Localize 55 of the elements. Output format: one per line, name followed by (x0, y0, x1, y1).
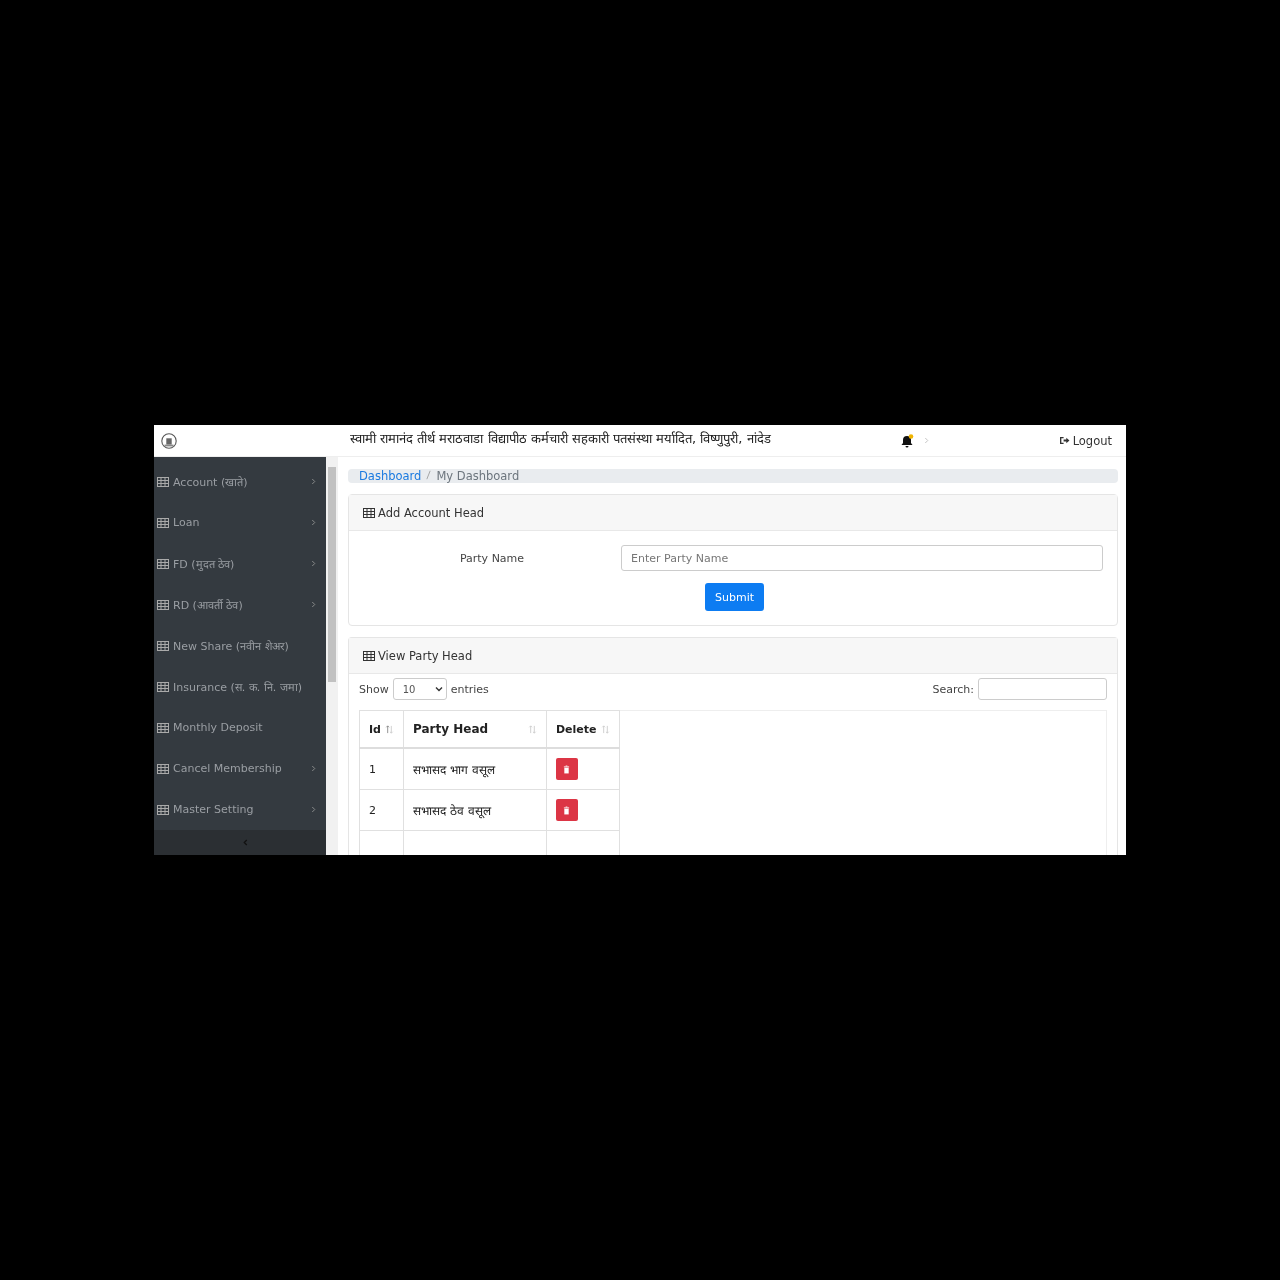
table-cell: सभासद भाग वसूल (403, 748, 547, 790)
column-header[interactable]: Id (359, 710, 404, 748)
search-label: Search: (932, 682, 974, 696)
separator-icon (426, 470, 432, 480)
column-header[interactable]: Delete (546, 710, 619, 748)
table-icon (157, 681, 169, 692)
table-icon (157, 722, 169, 733)
sort-icon (384, 724, 394, 734)
card-title: View Party Head (378, 648, 473, 663)
sidebar-item[interactable]: Account (खाते) (154, 461, 326, 502)
input-field[interactable]: Enter Party Name (621, 545, 1103, 571)
table-icon (157, 476, 169, 487)
table-cell: 2 (359, 789, 404, 831)
table-icon (157, 763, 169, 774)
logo-icon (160, 431, 178, 450)
card-title: Add Account Head (378, 505, 485, 520)
show-label: Show (359, 682, 389, 696)
table-icon (157, 640, 169, 651)
table-icon (157, 599, 169, 610)
bell-icon[interactable] (899, 433, 914, 448)
table-cell: 1 (359, 748, 404, 790)
chevron-icon (923, 437, 929, 444)
sidebar-item[interactable]: Monthly Deposit (154, 707, 326, 748)
column-header[interactable]: Party Head (403, 710, 547, 748)
page-size-select[interactable]: 10 (392, 678, 447, 700)
breadcrumb-current: My Dashboard (436, 469, 520, 483)
sidebar-item[interactable]: FD (मुदत ठेव) (154, 543, 326, 584)
sort-icon (600, 724, 610, 734)
sidebar-item[interactable]: Insurance (स. क. नि. जमा) (154, 666, 326, 707)
sort-icon (527, 724, 537, 734)
trash-icon (563, 764, 571, 774)
search-field[interactable] (978, 678, 1107, 700)
table-icon (363, 650, 375, 661)
table-icon (157, 558, 169, 569)
caret-icon (434, 686, 443, 692)
submit-button[interactable]: Submit (705, 583, 764, 611)
logout-link[interactable]: Logout (1058, 433, 1112, 448)
logout-icon (1058, 436, 1070, 445)
sidebar-item[interactable]: Cancel Membership (154, 748, 326, 789)
sidebar-item[interactable]: New Share (नवीन शेअर) (154, 625, 326, 666)
table-cell: सभासद ठेव वसूल (403, 789, 547, 831)
entries-label: entries (450, 682, 489, 696)
table-icon (363, 507, 375, 518)
breadcrumb-link[interactable]: Dashboard (359, 469, 422, 483)
sidebar-item[interactable]: Loan (154, 502, 326, 543)
field-label: Party Name (458, 551, 526, 565)
sidebar-item[interactable]: RD (आवर्ती ठेव) (154, 584, 326, 625)
delete-button[interactable] (555, 758, 578, 780)
delete-button[interactable] (555, 799, 578, 821)
table-icon (157, 517, 169, 528)
scrollbar[interactable] (326, 457, 338, 855)
table-icon (157, 804, 169, 815)
sidebar-item[interactable]: Master Setting (154, 789, 326, 830)
trash-icon (563, 805, 571, 815)
organization-title: स्वामी रामानंद तीर्थ मराठवाडा विद्यापीठ कर्मचारी सहकारी पतसंस्था मर्यादित, विष्णुपुरी, नांदेड (350, 430, 771, 447)
